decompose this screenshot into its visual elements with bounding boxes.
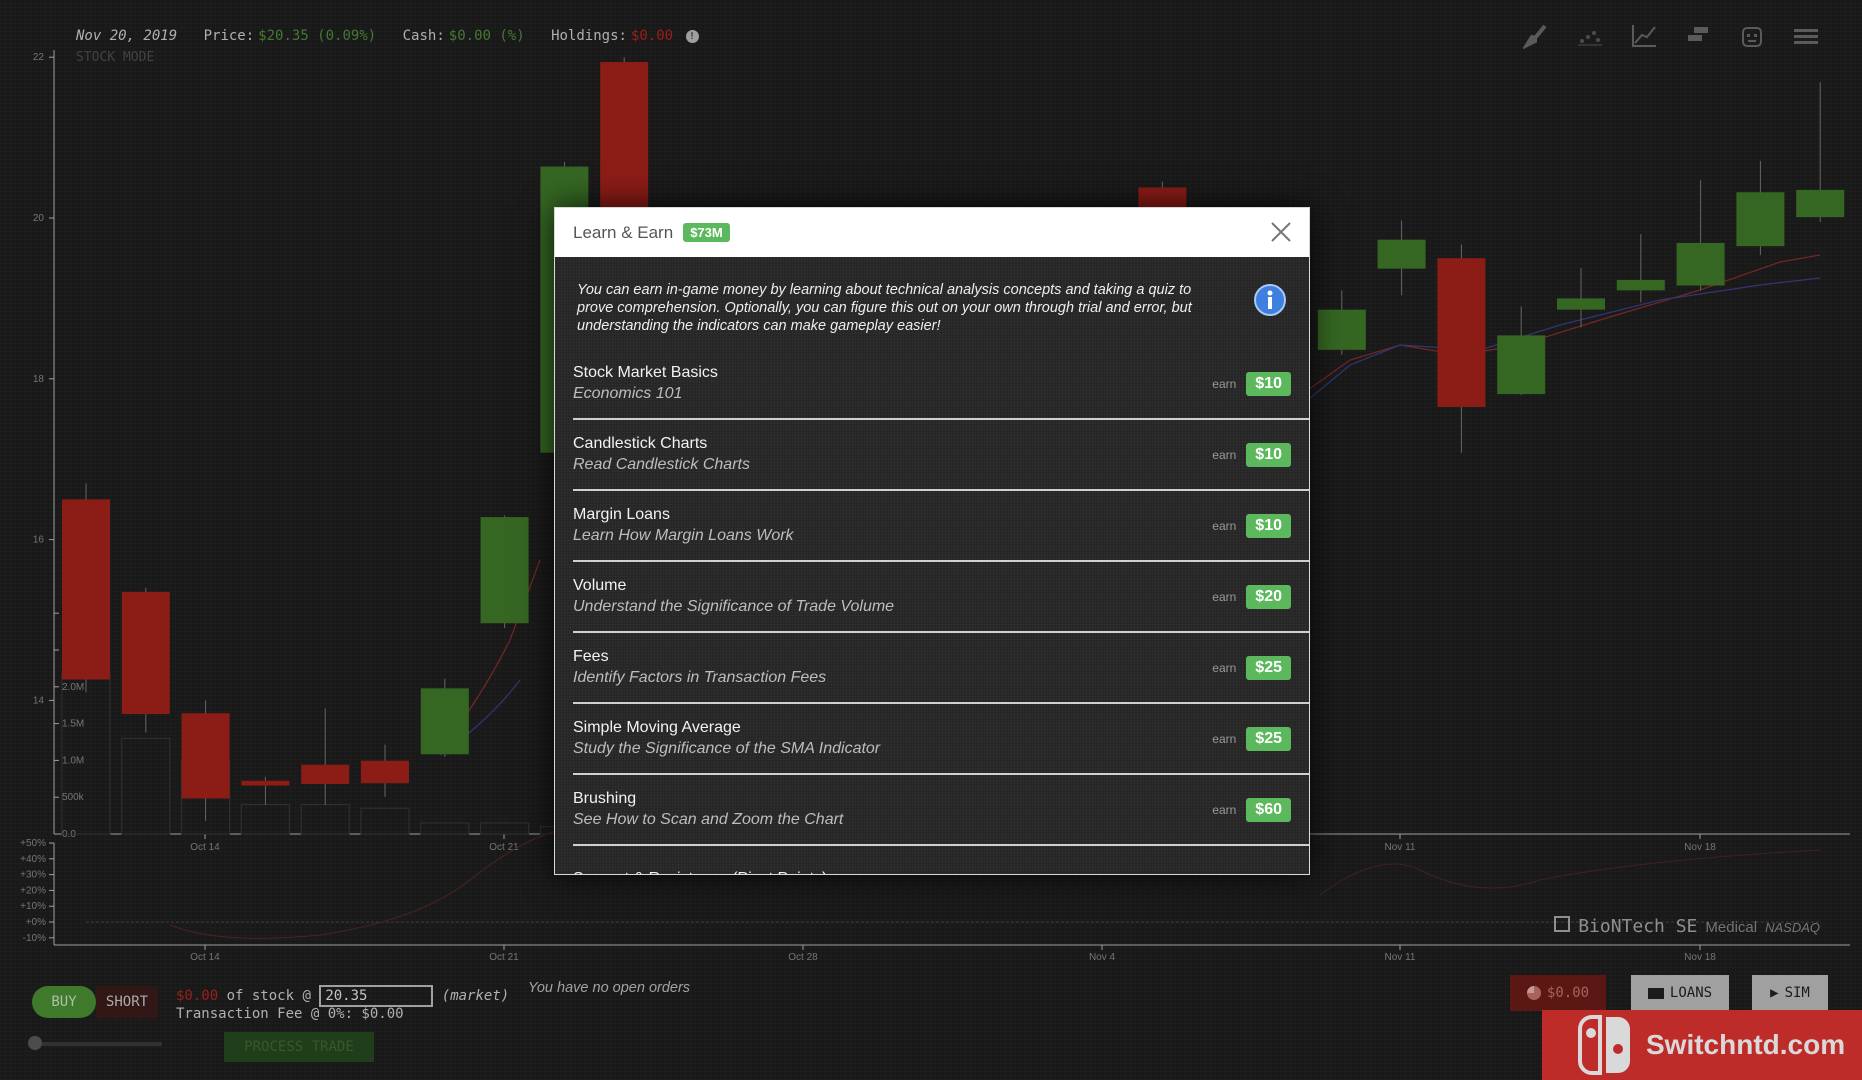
lesson-subtitle: Learn How Margin Loans Work [573,527,794,544]
lesson-subtitle: Identify Factors in Transaction Fees [573,669,827,686]
lesson-item[interactable]: Support & Resistance (Pivot Points)earn [573,846,1309,875]
earned-badge: $73M [683,223,730,242]
earn-label: earn [1212,589,1237,604]
lesson-subtitle: Study the Significance of the SMA Indica… [573,740,881,757]
lesson-item[interactable]: Brushing See How to Scan and Zoom the Cha… [573,775,1309,846]
lesson-title: Simple Moving Average [573,719,741,736]
earn-group: earn $60 [1212,797,1291,822]
earn-group: earn $10 [1212,513,1291,538]
learn-earn-modal: Learn & Earn $73M You can earn in-game m… [554,207,1310,875]
lesson-item[interactable]: Fees Identify Factors in Transaction Fees… [573,633,1309,704]
lesson-title: Volume [573,577,627,594]
lesson-subtitle: Read Candlestick Charts [573,456,750,473]
lesson-title: Brushing [573,790,637,807]
earn-group: earn [1239,874,1291,875]
earn-label: earn [1212,376,1237,391]
close-icon[interactable] [1267,218,1295,246]
earn-reward-button[interactable]: $60 [1246,797,1291,822]
lesson-title: Support & Resistance (Pivot Points) [573,870,1309,874]
lesson-item[interactable]: Margin Loans Learn How Margin Loans Work e… [573,491,1309,562]
earn-reward-button[interactable]: $25 [1246,655,1291,680]
lesson-item[interactable]: Simple Moving Average Study the Significa… [573,704,1309,775]
earn-label: earn [1212,518,1237,533]
earn-reward-button[interactable]: $20 [1246,584,1291,609]
earn-group: earn $25 [1212,726,1291,751]
earn-reward-button[interactable]: $25 [1246,726,1291,751]
earn-label: earn [1212,731,1237,746]
earn-reward-button[interactable]: $10 [1246,513,1291,538]
earn-group: earn $25 [1212,655,1291,680]
intro-text: You can earn in-game money by learning a… [555,257,1309,349]
lesson-subtitle: Understand the Significance of Trade Vol… [573,598,895,615]
lesson-title: Fees [573,648,609,665]
lesson-title: Candlestick Charts [573,435,708,452]
earn-label: earn [1212,802,1237,817]
earn-group: earn $10 [1212,442,1291,467]
earn-label: earn [1212,660,1237,675]
earn-group: earn $20 [1212,584,1291,609]
modal-title: Learn & Earn [573,222,674,242]
lesson-subtitle: See How to Scan and Zoom the Chart [573,811,844,828]
lesson-list: Stock Market Basics Economics 101 earn $10 C… [555,349,1309,875]
lesson-item[interactable]: Stock Market Basics Economics 101 earn $10 [573,349,1309,420]
lesson-item[interactable]: Volume Understand the Significance of Tra… [573,562,1309,633]
info-icon [1254,284,1286,316]
lesson-title: Stock Market Basics [573,364,718,381]
earn-reward-button[interactable]: $10 [1246,371,1291,396]
earn-reward-button[interactable]: $10 [1246,442,1291,467]
earn-label: earn [1212,447,1237,462]
earn-label: earn [1239,874,1263,875]
lesson-subtitle: Economics 101 [573,385,683,402]
modal-header: Learn & Earn $73M [555,208,1309,257]
lesson-title: Margin Loans [573,506,670,523]
lesson-item[interactable]: Candlestick Charts Read Candlestick Chart… [573,420,1309,491]
earn-group: earn $10 [1212,371,1291,396]
intro-paragraph: You can earn in-game money by learning a… [577,282,1192,334]
